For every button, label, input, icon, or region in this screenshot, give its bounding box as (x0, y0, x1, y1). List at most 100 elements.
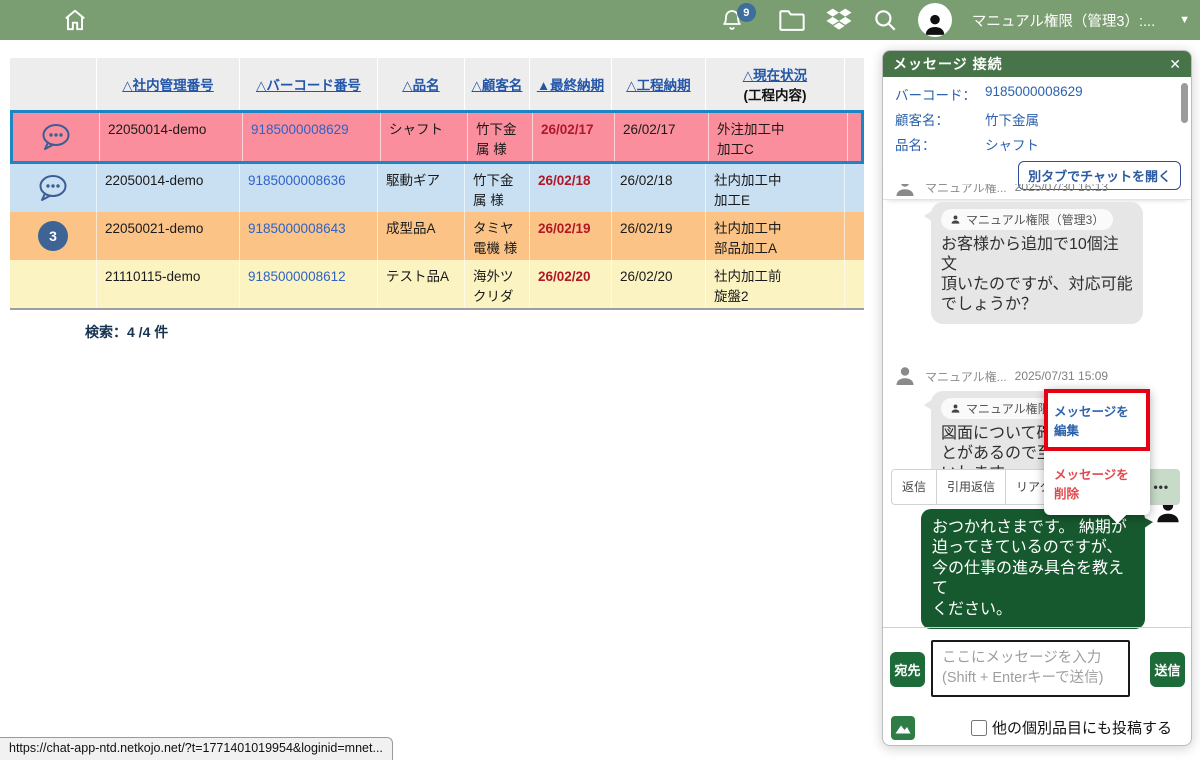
item-value: シャフト (985, 134, 1039, 154)
cell-barcode-link[interactable]: 9185000008629 (251, 122, 349, 137)
cell-item: 成型品A (378, 212, 465, 260)
dropbox-icon[interactable] (826, 8, 852, 32)
folder-icon[interactable] (778, 8, 806, 32)
sender-avatar (893, 364, 917, 388)
search-icon[interactable] (872, 7, 898, 33)
sender-avatar (893, 184, 917, 199)
barcode-label: バーコード： (895, 84, 985, 104)
post-to-other-items-checkbox[interactable] (971, 720, 987, 736)
delete-message-menu-item[interactable]: メッセージを削除 (1044, 451, 1150, 515)
send-button[interactable]: 送信 (1150, 652, 1185, 687)
sort-process-due[interactable]: △工程納期 (626, 74, 690, 94)
cell-process-due: 26/02/19 (612, 212, 706, 260)
cell-stub (845, 164, 864, 212)
production-table: △社内管理番号 △バーコード番号 △品名 △顧客名 ▲最終納期 △工程納期 △現… (10, 58, 864, 310)
message-input[interactable] (931, 640, 1130, 697)
post-to-other-items-label[interactable]: 他の個別品目にも投稿する (992, 717, 1172, 738)
table-header-row: △社内管理番号 △バーコード番号 △品名 △顧客名 ▲最終納期 △工程納期 △現… (10, 58, 864, 110)
sender-name: マニュアル権... (925, 184, 1007, 196)
message-sent-bubble: おつかれさまです。 納期が 迫ってきているのですが、 今の仕事の進み具合を教えて… (921, 509, 1145, 629)
message-panel-header: メッセージ 接続 ✕ (883, 51, 1191, 77)
table-row[interactable]: 22050014-demo 9185000008636 駆動ギア 竹下金属 様 … (10, 164, 864, 212)
cell-mgmt-no: 21110115-demo (97, 260, 240, 308)
scrollbar-thumb[interactable] (1181, 83, 1188, 123)
chat-bubble-icon[interactable] (13, 113, 100, 161)
cell-stub (845, 212, 864, 260)
cell-stub (845, 260, 864, 308)
recipient-button[interactable]: 宛先 (890, 652, 925, 687)
header-status-sub: (工程内容) (744, 84, 807, 104)
notification-count-badge: 9 (737, 3, 756, 22)
panel-title: メッセージ 接続 (893, 54, 1003, 74)
message-time: 2025/07/30 16:13 (1015, 184, 1108, 194)
image-upload-icon[interactable] (891, 716, 915, 740)
quote-reply-button[interactable]: 引用返信 (936, 469, 1006, 505)
close-icon[interactable]: ✕ (1169, 56, 1181, 73)
cell-item: シャフト (381, 113, 468, 161)
item-info-block: バーコード：9185000008629 顧客名：竹下金属 品名：シャフト (883, 77, 1191, 154)
barcode-value: 9185000008629 (985, 84, 1083, 104)
notifications-bell-icon[interactable]: 9 (720, 7, 744, 33)
cell-status: 外注加工中 加工C (709, 113, 848, 161)
cell-process-due: 26/02/17 (615, 113, 709, 161)
sort-customer[interactable]: △顧客名 (472, 74, 523, 94)
cell-mgmt-no: 22050014-demo (97, 164, 240, 212)
table-row[interactable]: 21110115-demo 9185000008612 テスト品A 海外ツクリダ… (10, 260, 864, 308)
user-name-label: マニュアル権限（管理3）:... (972, 10, 1155, 31)
cell-process-due: 26/02/18 (612, 164, 706, 212)
message-received: マニュアル権... 2025/07/30 16:13 マニュアル権限（管理3） … (893, 184, 1181, 324)
cell-process-due: 26/02/20 (612, 260, 706, 308)
sender-name: マニュアル権... (925, 368, 1007, 385)
user-avatar[interactable] (918, 3, 952, 37)
customer-label: 顧客名： (895, 109, 985, 129)
reply-button[interactable]: 返信 (891, 469, 937, 505)
sort-final-due[interactable]: ▲最終納期 (537, 74, 604, 94)
cell-status: 社内加工前 旋盤2 (706, 260, 845, 308)
search-result-count: 検索：4 /4 件 (85, 322, 168, 342)
person-icon (950, 403, 961, 414)
chevron-down-icon[interactable]: ▼ (1179, 14, 1190, 26)
message-time: 2025/07/31 15:09 (1015, 369, 1108, 383)
cell-item: テスト品A (378, 260, 465, 308)
cell-item: 駆動ギア (378, 164, 465, 212)
message-context-menu: メッセージを編集 メッセージを削除 (1044, 389, 1150, 515)
person-icon (950, 214, 961, 225)
cell-final-due: 26/02/20 (538, 269, 591, 284)
cell-final-due: 26/02/19 (538, 221, 591, 236)
sort-item[interactable]: △品名 (402, 74, 439, 94)
message-bubble: マニュアル権限（管理3） お客様から追加で10個注文 頂いたのですが、対応可能 … (931, 202, 1143, 324)
cell-mgmt-no: 22050021-demo (97, 212, 240, 260)
message-composer: 宛先 送信 他の個別品目にも投稿する (883, 627, 1191, 745)
cell-status: 社内加工中 加工E (706, 164, 845, 212)
sender-badge: マニュアル権限（管理3） (941, 209, 1113, 230)
cell-no-icon (10, 260, 97, 308)
header-icon-col (10, 58, 97, 110)
cell-customer: 竹下金属 様 (465, 164, 530, 212)
cell-barcode-link[interactable]: 9185000008643 (248, 221, 346, 236)
edit-message-menu-item[interactable]: メッセージを編集 (1044, 389, 1150, 451)
header-stub-col (845, 58, 864, 110)
item-label: 品名： (895, 134, 985, 154)
table-row-selected[interactable]: 22050014-demo 9185000008629 シャフト 竹下金属 様 … (10, 110, 864, 164)
cell-customer: タミヤ電機 様 (465, 212, 530, 260)
table-row[interactable]: 3 22050021-demo 9185000008643 成型品A タミヤ電機… (10, 212, 864, 260)
message-panel: メッセージ 接続 ✕ バーコード：9185000008629 顧客名：竹下金属 … (882, 50, 1192, 746)
cell-barcode-link[interactable]: 9185000008636 (248, 173, 346, 188)
cell-barcode-link[interactable]: 9185000008612 (248, 269, 346, 284)
cell-customer: 海外ツクリダス 様 (465, 260, 530, 308)
customer-value: 竹下金属 (985, 109, 1039, 129)
cell-mgmt-no: 22050014-demo (100, 113, 243, 161)
sort-mgmt-no[interactable]: △社内管理番号 (122, 74, 213, 94)
sort-barcode[interactable]: △バーコード番号 (256, 74, 361, 94)
sort-status[interactable]: △現在状況 (743, 64, 807, 84)
menu-icon[interactable] (16, 15, 40, 26)
cell-customer: 竹下金属 様 (468, 113, 533, 161)
link-status-bar: https://chat-app-ntd.netkojo.net/?t=1771… (0, 737, 393, 760)
unread-count-badge[interactable]: 3 (38, 221, 68, 251)
cell-status: 社内加工中 部品加工A (706, 212, 845, 260)
top-bar: 9 マニュアル権限（管理3）:... ▼ (0, 0, 1200, 40)
chat-bubble-icon[interactable] (10, 164, 97, 212)
cell-final-due: 26/02/18 (538, 173, 591, 188)
home-icon[interactable] (62, 7, 88, 33)
cell-final-due: 26/02/17 (541, 122, 594, 137)
